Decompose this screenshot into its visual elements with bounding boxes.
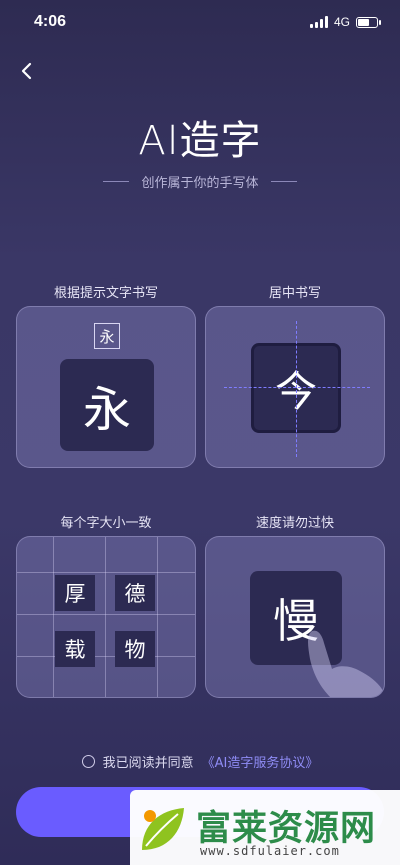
tip-card-speed: 慢 xyxy=(205,536,385,698)
grid-line xyxy=(17,572,195,573)
tip-card-size: 厚 德 载 物 xyxy=(16,536,196,698)
agreement-text: 我已阅读并同意 xyxy=(102,756,194,771)
chevron-left-icon xyxy=(21,62,32,80)
subtitle-row: 创作属于你的手写体 xyxy=(0,172,400,191)
tip-caption-center: 居中书写 xyxy=(268,286,321,301)
leaf-logo-icon xyxy=(142,808,184,850)
grid-line xyxy=(17,614,195,615)
grid-line xyxy=(105,537,106,697)
page-subtitle: 创作属于你的手写体 xyxy=(141,176,259,191)
watermark-url: www.sdfulaier.com xyxy=(200,844,340,858)
grid-char-cell: 德 xyxy=(115,575,155,611)
agreement-row: 我已阅读并同意 《AI造字服务协议》 xyxy=(0,752,400,771)
agreement-link[interactable]: 《AI造字服务协议》 xyxy=(202,752,319,771)
tip-caption-size: 每个字大小一致 xyxy=(60,516,152,531)
status-bar: 4:06 4G xyxy=(0,0,400,44)
center-guide-vertical xyxy=(296,321,297,457)
grid-line xyxy=(17,656,195,657)
grid-char-cell: 载 xyxy=(55,631,95,667)
grid-line xyxy=(53,537,54,697)
signal-icon xyxy=(309,16,328,28)
tip-card-center: 今 xyxy=(205,306,385,468)
page-title: AI造字 xyxy=(138,118,262,164)
grid-char-cell: 物 xyxy=(115,631,155,667)
written-char-box: 永 xyxy=(60,359,154,451)
tip-caption-hint: 根据提示文字书写 xyxy=(53,286,158,301)
watermark-overlay: 富莱资源网 www.sdfulaier.com xyxy=(130,790,400,865)
center-guide-horizontal xyxy=(224,387,370,388)
hint-char-box: 永 xyxy=(94,323,120,349)
grid-char-cell: 厚 xyxy=(55,575,95,611)
status-indicators: 4G xyxy=(309,15,381,29)
grid-line xyxy=(157,537,158,697)
tip-caption-speed: 速度请勿过快 xyxy=(255,516,334,531)
divider-left xyxy=(103,181,130,182)
tip-card-hint: 永 永 xyxy=(16,306,196,468)
agreement-checkbox[interactable] xyxy=(81,755,95,768)
battery-icon xyxy=(356,16,381,28)
divider-right xyxy=(270,181,297,182)
network-type: 4G xyxy=(333,15,350,29)
hand-pointer-icon xyxy=(308,630,384,697)
status-time: 4:06 xyxy=(34,13,67,30)
back-button[interactable] xyxy=(12,56,42,86)
